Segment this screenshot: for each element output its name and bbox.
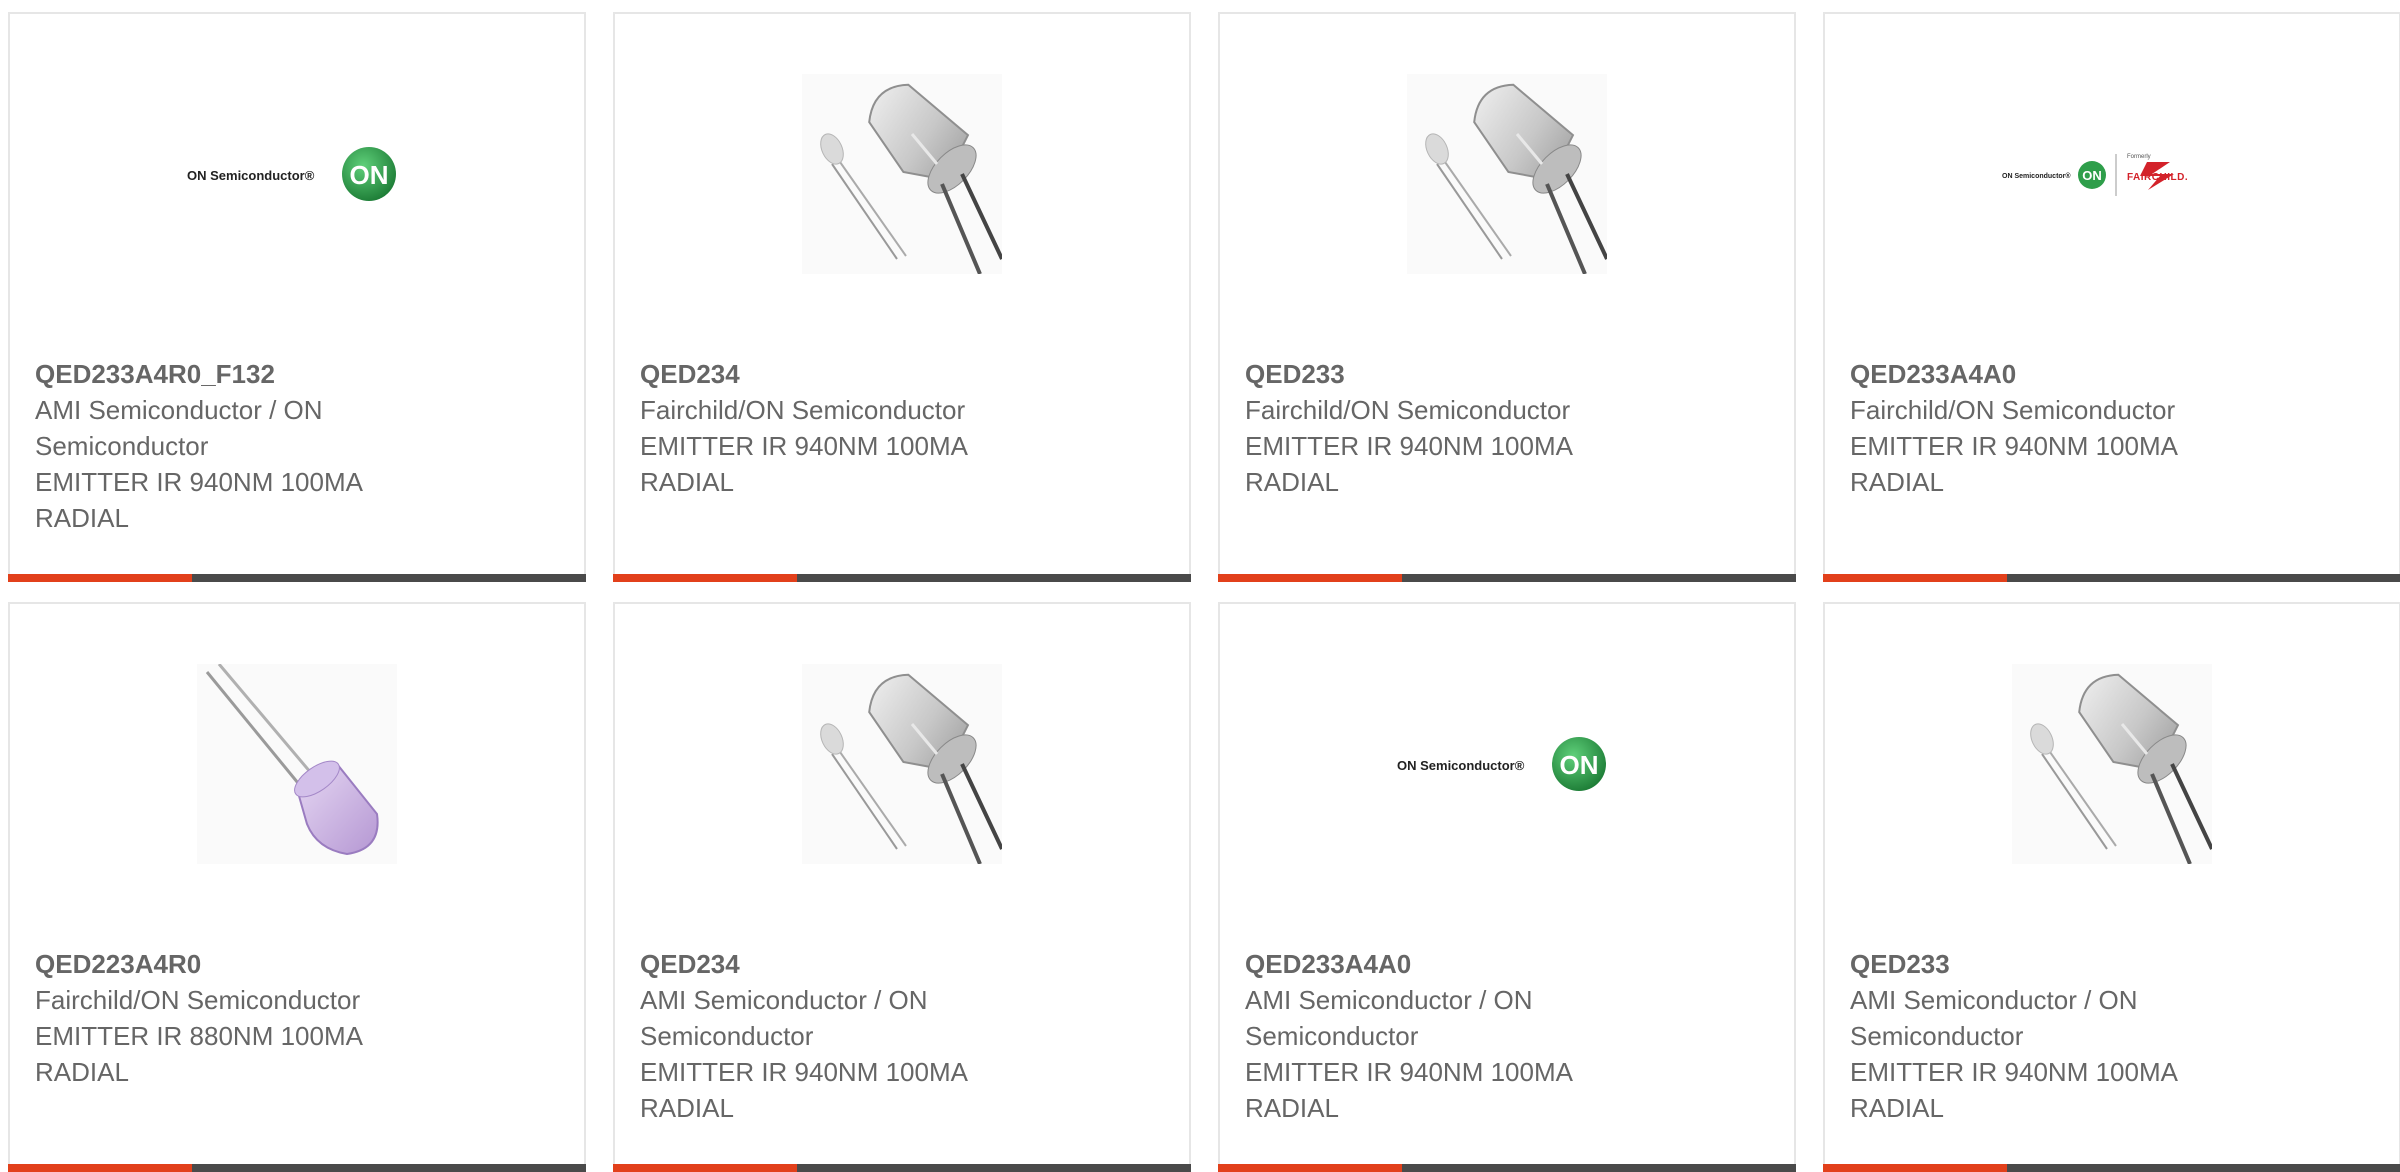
manufacturer-cont: Semiconductor	[1850, 1021, 2024, 1051]
product-image[interactable]	[10, 664, 584, 864]
logo-mark: ON	[1560, 750, 1599, 780]
manufacturer-cont: Semiconductor	[640, 1021, 814, 1051]
product-card[interactable]: QED234 AMI Semiconductor / ON Semiconduc…	[613, 602, 1191, 1172]
part-number[interactable]: QED234	[640, 946, 1060, 982]
on-semiconductor-logo: ON Semiconductor® ON	[1397, 737, 1606, 791]
manufacturer: Fairchild/ON Semiconductor	[1850, 395, 2176, 425]
card-accent-bar	[1823, 1164, 2007, 1172]
card-bottom-bar	[1823, 574, 2400, 582]
manufacturer: Fairchild/ON Semiconductor	[35, 985, 361, 1015]
description-cont: RADIAL	[1245, 1093, 1339, 1123]
product-info: QED233 Fairchild/ON Semiconductor EMITTE…	[1245, 356, 1665, 500]
description: EMITTER IR 880NM 100MA	[35, 1021, 363, 1051]
product-card[interactable]: ON Semiconductor® ON Formerly FAIRCHILD.…	[1823, 12, 2400, 582]
manufacturer: AMI Semiconductor / ON	[1245, 985, 1533, 1015]
manufacturer-cont: Semiconductor	[35, 431, 209, 461]
logo-text: ON Semiconductor®	[1397, 758, 1525, 773]
product-image[interactable]: ON Semiconductor® ON	[1220, 664, 1794, 864]
part-number[interactable]: QED233A4R0_F132	[35, 356, 455, 392]
description: EMITTER IR 940NM 100MA	[1850, 1057, 2178, 1087]
purple-led-photo	[197, 664, 397, 864]
card-bottom-bar	[1218, 1164, 1796, 1172]
svg-text:FAIRCHILD.: FAIRCHILD.	[2127, 172, 2188, 183]
product-card[interactable]: QED234 Fairchild/ON Semiconductor EMITTE…	[613, 12, 1191, 582]
product-card[interactable]: ON Semiconductor® ON QED233A4R0_F132 AMI…	[8, 12, 586, 582]
product-info: QED223A4R0 Fairchild/ON Semiconductor EM…	[35, 946, 455, 1090]
product-image[interactable]: ON Semiconductor® ON	[10, 74, 584, 274]
logo-mark: ON	[350, 160, 389, 190]
manufacturer-cont: Semiconductor	[1245, 1021, 1419, 1051]
card-bottom-bar	[8, 1164, 586, 1172]
card-bottom-bar	[8, 574, 586, 582]
manufacturer: Fairchild/ON Semiconductor	[640, 395, 966, 425]
card-accent-bar	[613, 574, 797, 582]
svg-text:ON: ON	[2082, 168, 2102, 183]
clear-led-photo	[2012, 664, 2212, 864]
product-card[interactable]: QED223A4R0 Fairchild/ON Semiconductor EM…	[8, 602, 586, 1172]
product-info: QED234 Fairchild/ON Semiconductor EMITTE…	[640, 356, 1060, 500]
part-number[interactable]: QED233	[1850, 946, 2270, 982]
svg-text:ON Semiconductor®: ON Semiconductor®	[2002, 172, 2071, 180]
description-cont: RADIAL	[35, 1057, 129, 1087]
description: EMITTER IR 940NM 100MA	[1245, 431, 1573, 461]
card-accent-bar	[8, 574, 192, 582]
product-info: QED233A4R0_F132 AMI Semiconductor / ON S…	[35, 356, 455, 536]
card-bottom-bar	[1823, 1164, 2400, 1172]
product-card[interactable]: QED233 Fairchild/ON Semiconductor EMITTE…	[1218, 12, 1796, 582]
description-cont: RADIAL	[1850, 467, 1944, 497]
product-image[interactable]	[615, 664, 1189, 864]
description-cont: RADIAL	[35, 503, 129, 533]
manufacturer: AMI Semiconductor / ON	[1850, 985, 2138, 1015]
manufacturer: AMI Semiconductor / ON	[35, 395, 323, 425]
clear-led-photo	[802, 664, 1002, 864]
description: EMITTER IR 940NM 100MA	[640, 1057, 968, 1087]
card-bottom-bar	[1218, 574, 1796, 582]
card-accent-bar	[8, 1164, 192, 1172]
svg-text:Formerly: Formerly	[2127, 154, 2151, 160]
clear-led-photo	[802, 74, 1002, 274]
card-accent-bar	[1823, 574, 2007, 582]
card-bottom-bar	[613, 574, 1191, 582]
logo-text: ON Semiconductor®	[187, 168, 315, 183]
product-info: QED234 AMI Semiconductor / ON Semiconduc…	[640, 946, 1060, 1126]
product-image[interactable]	[1220, 74, 1794, 274]
card-bottom-bar	[613, 1164, 1191, 1172]
manufacturer: AMI Semiconductor / ON	[640, 985, 928, 1015]
product-info: QED233A4A0 AMI Semiconductor / ON Semico…	[1245, 946, 1665, 1126]
part-number[interactable]: QED223A4R0	[35, 946, 455, 982]
description-cont: RADIAL	[1850, 1093, 1944, 1123]
part-number[interactable]: QED233A4A0	[1245, 946, 1665, 982]
description: EMITTER IR 940NM 100MA	[35, 467, 363, 497]
on-fairchild-logo: ON Semiconductor® ON Formerly FAIRCHILD.	[2002, 154, 2188, 196]
description: EMITTER IR 940NM 100MA	[1245, 1057, 1573, 1087]
description-cont: RADIAL	[640, 1093, 734, 1123]
part-number[interactable]: QED234	[640, 356, 1060, 392]
description: EMITTER IR 940NM 100MA	[1850, 431, 2178, 461]
card-accent-bar	[613, 1164, 797, 1172]
product-image[interactable]: ON Semiconductor® ON Formerly FAIRCHILD.	[1825, 74, 2399, 274]
product-grid: ON Semiconductor® ON QED233A4R0_F132 AMI…	[8, 12, 2400, 1172]
card-accent-bar	[1218, 1164, 1402, 1172]
description: EMITTER IR 940NM 100MA	[640, 431, 968, 461]
product-image[interactable]	[1825, 664, 2399, 864]
card-accent-bar	[1218, 574, 1402, 582]
description-cont: RADIAL	[1245, 467, 1339, 497]
product-image[interactable]	[615, 74, 1189, 274]
product-card[interactable]: ON Semiconductor® ON QED233A4A0 AMI Semi…	[1218, 602, 1796, 1172]
manufacturer: Fairchild/ON Semiconductor	[1245, 395, 1571, 425]
product-info: QED233 AMI Semiconductor / ON Semiconduc…	[1850, 946, 2270, 1126]
part-number[interactable]: QED233	[1245, 356, 1665, 392]
product-card[interactable]: QED233 AMI Semiconductor / ON Semiconduc…	[1823, 602, 2400, 1172]
product-info: QED233A4A0 Fairchild/ON Semiconductor EM…	[1850, 356, 2270, 500]
part-number[interactable]: QED233A4A0	[1850, 356, 2270, 392]
clear-led-photo	[1407, 74, 1607, 274]
description-cont: RADIAL	[640, 467, 734, 497]
on-semiconductor-logo: ON Semiconductor® ON	[187, 147, 396, 201]
